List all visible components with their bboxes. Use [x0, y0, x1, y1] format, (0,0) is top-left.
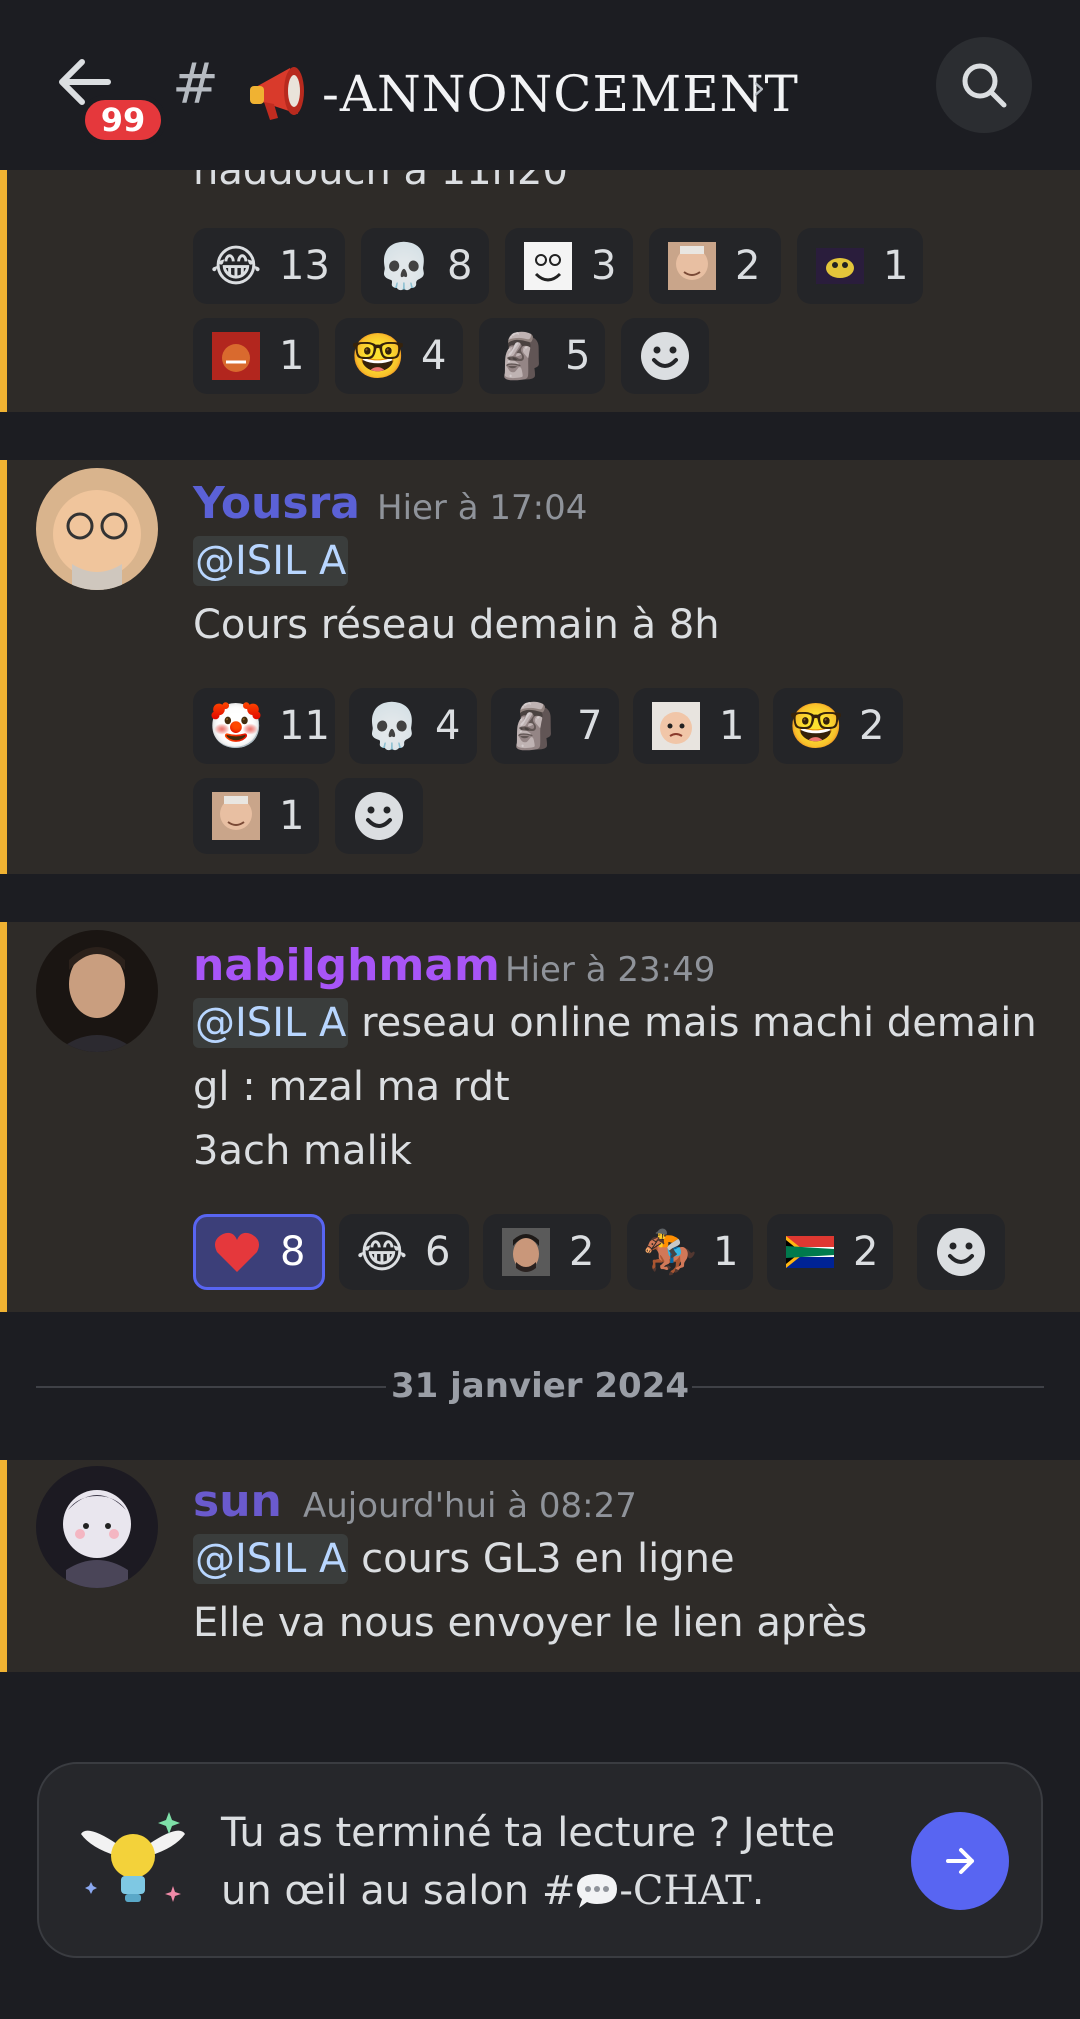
avatar[interactable]	[36, 1466, 158, 1588]
search-button[interactable]	[936, 37, 1032, 133]
reaction[interactable]: 🤓 4	[335, 318, 463, 394]
heart-icon	[212, 1227, 262, 1277]
smiley-add-icon	[641, 332, 689, 380]
reaction[interactable]: 💀 8	[361, 228, 489, 304]
unread-badge: 99	[80, 95, 166, 145]
mention[interactable]: @ISIL A	[193, 1534, 349, 1584]
reaction[interactable]: 🏇 1	[627, 1214, 753, 1290]
south-africa-flag-icon	[785, 1227, 835, 1277]
laughing-emoji-icon: 😂	[210, 240, 262, 292]
reaction[interactable]: 1	[633, 688, 759, 764]
reaction[interactable]: 😂 6	[339, 1214, 469, 1290]
timestamp: Hier à 23:49	[505, 950, 716, 990]
avatar[interactable]	[36, 930, 158, 1052]
chevron-right-icon[interactable]: ›	[752, 68, 766, 108]
reaction[interactable]: 🗿 7	[491, 688, 619, 764]
reaction[interactable]: 1	[193, 318, 319, 394]
message-text: @ISIL A	[193, 536, 349, 586]
avatar[interactable]	[36, 468, 158, 590]
add-reaction-button[interactable]	[621, 318, 709, 394]
smiley-add-icon	[355, 792, 403, 840]
username[interactable]: Yousra	[193, 478, 360, 529]
message-text: @ISIL A cours GL3 en ligne	[193, 1534, 735, 1584]
add-reaction-button[interactable]	[917, 1214, 1005, 1290]
channel-name[interactable]: -ANNONCEMENT	[322, 62, 799, 126]
go-to-channel-button[interactable]	[911, 1812, 1009, 1910]
timestamp: Aujourd'hui à 08:27	[303, 1486, 637, 1526]
moai-icon: 🗿	[506, 701, 562, 752]
reaction[interactable]: 💀 4	[349, 688, 477, 764]
channel-header: 99 # -ANNONCEMENT ›	[0, 0, 1080, 170]
laughing-emoji-icon: 😂	[356, 1226, 408, 1278]
message-text: @ISIL A reseau online mais machi demain	[193, 998, 1037, 1048]
date-divider: 31 janvier 2024	[0, 1362, 1080, 1412]
nerd-face-icon: 🤓	[350, 331, 406, 382]
reaction[interactable]: 1	[797, 228, 923, 304]
reaction[interactable]: 2	[649, 228, 781, 304]
search-icon	[962, 63, 1007, 108]
reaction[interactable]: 😂 13	[193, 228, 345, 304]
message[interactable]: Yousra Hier à 17:04 @ISIL A Cours réseau…	[0, 460, 1080, 874]
message-text: 3ach malik	[193, 1128, 412, 1174]
username[interactable]: nabilghmam	[193, 940, 500, 991]
harold-face-icon	[667, 241, 717, 291]
channel-link[interactable]: -CHAT	[619, 1868, 751, 1914]
reaction[interactable]: 🗿 5	[479, 318, 605, 394]
custom-red-emoji-icon	[211, 331, 261, 381]
message-text: gl : mzal ma rdt	[193, 1064, 510, 1110]
skull-emoji-icon: 💀	[376, 241, 432, 292]
custom-creature-icon	[815, 241, 865, 291]
date-label: 31 janvier 2024	[390, 1366, 690, 1406]
reaction[interactable]: 🤓 2	[773, 688, 903, 764]
timestamp: Hier à 17:04	[377, 488, 588, 528]
winged-lightbulb-icon	[77, 1804, 189, 1916]
message[interactable]: sun Aujourd'hui à 08:27 @ISIL A cours GL…	[0, 1460, 1080, 1672]
message[interactable]: haddouch à 11h20 😂 13 💀 8 3 2 1 1 🤓 4 🗿 …	[0, 130, 1080, 412]
smiley-add-icon	[937, 1228, 985, 1276]
message-text: Cours réseau demain à 8h	[193, 602, 720, 648]
megaphone-icon	[246, 58, 322, 128]
reaction[interactable]: 🤡 11	[193, 688, 335, 764]
card-text: Tu as terminé ta lecture ? Jette un œil …	[221, 1810, 836, 1914]
clown-face-icon: 🤡	[208, 701, 264, 752]
mention[interactable]: @ISIL A	[193, 536, 349, 586]
skull-emoji-icon: 💀	[364, 701, 420, 752]
nerd-face-icon: 🤓	[788, 701, 844, 752]
reaction[interactable]: 2	[767, 1214, 893, 1290]
meme-face-icon	[523, 241, 573, 291]
baby-face-icon	[651, 701, 701, 751]
reaction[interactable]: 1	[193, 778, 319, 854]
reaction[interactable]: 2	[483, 1214, 611, 1290]
moai-icon: 🗿	[494, 331, 550, 382]
username[interactable]: sun	[193, 1476, 282, 1527]
channel-hash-icon: #	[172, 52, 219, 117]
message-text: Elle va nous envoyer le lien après	[193, 1600, 868, 1646]
man-face-icon	[501, 1227, 551, 1277]
reaction[interactable]: 8	[193, 1214, 325, 1290]
harold-face-icon	[211, 791, 261, 841]
speech-bubble-icon	[575, 1868, 619, 1914]
arrow-right-icon	[946, 1848, 974, 1874]
next-channel-card[interactable]: Tu as terminé ta lecture ? Jette un œil …	[37, 1762, 1043, 1958]
mention[interactable]: @ISIL A	[193, 998, 349, 1048]
message[interactable]: nabilghmam Hier à 23:49 @ISIL A reseau o…	[0, 922, 1080, 1312]
horse-racing-icon: 🏇	[642, 1227, 698, 1278]
add-reaction-button[interactable]	[335, 778, 423, 854]
reaction[interactable]: 3	[505, 228, 633, 304]
